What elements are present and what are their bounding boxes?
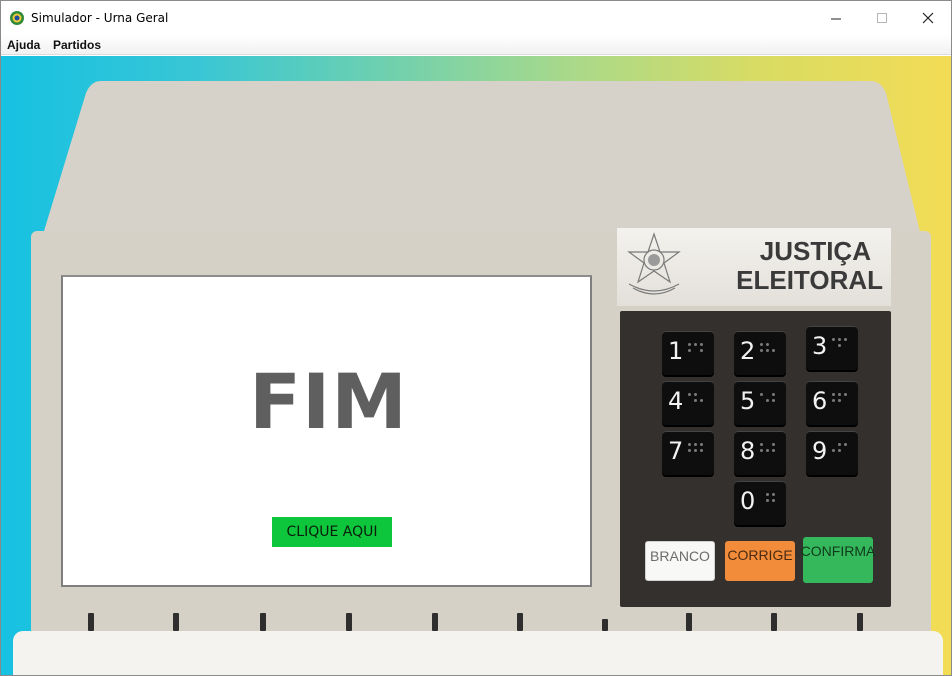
braille-dots xyxy=(688,343,708,357)
maximize-icon xyxy=(876,12,887,23)
key-digit: 1 xyxy=(668,337,684,365)
braille-dots xyxy=(832,338,852,352)
urn-top-cover xyxy=(41,81,921,241)
key-6[interactable]: 6 xyxy=(806,381,858,425)
key-digit: 3 xyxy=(812,332,828,360)
confirma-button[interactable]: CONFIRMA xyxy=(801,537,875,583)
key-digit: 5 xyxy=(740,387,756,415)
key-digit: 9 xyxy=(812,437,828,465)
branco-button[interactable]: BRANCO xyxy=(645,541,715,581)
urn-screen: FIM CLIQUE AQUI xyxy=(61,275,592,587)
close-icon xyxy=(922,12,934,24)
keypad: 1 2 3 4 5 6 7 8 9 0 BRANCO CORRIGE CONFI… xyxy=(620,311,891,607)
urn-base xyxy=(13,631,943,675)
corrige-button[interactable]: CORRIGE xyxy=(725,541,795,581)
key-digit: 2 xyxy=(740,337,756,365)
vent-slot xyxy=(686,613,692,631)
key-7[interactable]: 7 xyxy=(662,431,714,475)
menu-ajuda[interactable]: Ajuda xyxy=(7,38,40,52)
plate-title-line1: JUSTIÇA xyxy=(759,236,871,266)
brasao-app-icon xyxy=(10,11,24,25)
vent-slot xyxy=(260,613,266,631)
key-3[interactable]: 3 xyxy=(806,326,858,370)
key-1[interactable]: 1 xyxy=(662,331,714,375)
braille-dots xyxy=(760,493,780,507)
plate-title-line2: ELEITORAL xyxy=(736,265,883,295)
vent-slot xyxy=(602,619,608,631)
key-2[interactable]: 2 xyxy=(734,331,786,375)
menu-bar: Ajuda Partidos xyxy=(1,35,951,55)
close-button[interactable] xyxy=(905,1,951,35)
braille-dots xyxy=(832,443,852,457)
key-digit: 0 xyxy=(740,487,756,515)
brasao-icon xyxy=(627,232,681,295)
maximize-button[interactable] xyxy=(859,1,905,35)
title-bar: Simulador - Urna Geral xyxy=(1,1,951,35)
vent-slot xyxy=(432,613,438,631)
vent-slot xyxy=(173,613,179,631)
key-digit: 8 xyxy=(740,437,756,465)
key-9[interactable]: 9 xyxy=(806,431,858,475)
vent-slot xyxy=(346,613,352,631)
urn-content: FIM CLIQUE AQUI JUSTIÇA ELEITORAL 1 2 3 … xyxy=(1,56,951,675)
key-4[interactable]: 4 xyxy=(662,381,714,425)
key-digit: 4 xyxy=(668,387,684,415)
justica-eleitoral-plate: JUSTIÇA ELEITORAL xyxy=(617,228,891,306)
braille-dots xyxy=(832,393,852,407)
vent-slot xyxy=(857,613,863,631)
window-title: Simulador - Urna Geral xyxy=(31,11,169,25)
braille-dots xyxy=(760,343,780,357)
minimize-button[interactable] xyxy=(813,1,859,35)
minimize-icon xyxy=(830,18,841,19)
vent-slot xyxy=(88,613,94,631)
end-message: FIM xyxy=(249,357,408,446)
key-5[interactable]: 5 xyxy=(734,381,786,425)
braille-dots xyxy=(688,443,708,457)
vent-slot xyxy=(517,613,523,631)
key-8[interactable]: 8 xyxy=(734,431,786,475)
vent-slot xyxy=(771,613,777,631)
menu-partidos[interactable]: Partidos xyxy=(53,38,101,52)
braille-dots xyxy=(760,393,780,407)
braille-dots xyxy=(688,393,708,407)
key-digit: 6 xyxy=(812,387,828,415)
clique-aqui-button[interactable]: CLIQUE AQUI xyxy=(272,517,392,547)
key-digit: 7 xyxy=(668,437,684,465)
braille-dots xyxy=(760,443,780,457)
app-window: Simulador - Urna Geral Ajuda Partidos FI… xyxy=(0,0,952,676)
key-0[interactable]: 0 xyxy=(734,481,786,525)
